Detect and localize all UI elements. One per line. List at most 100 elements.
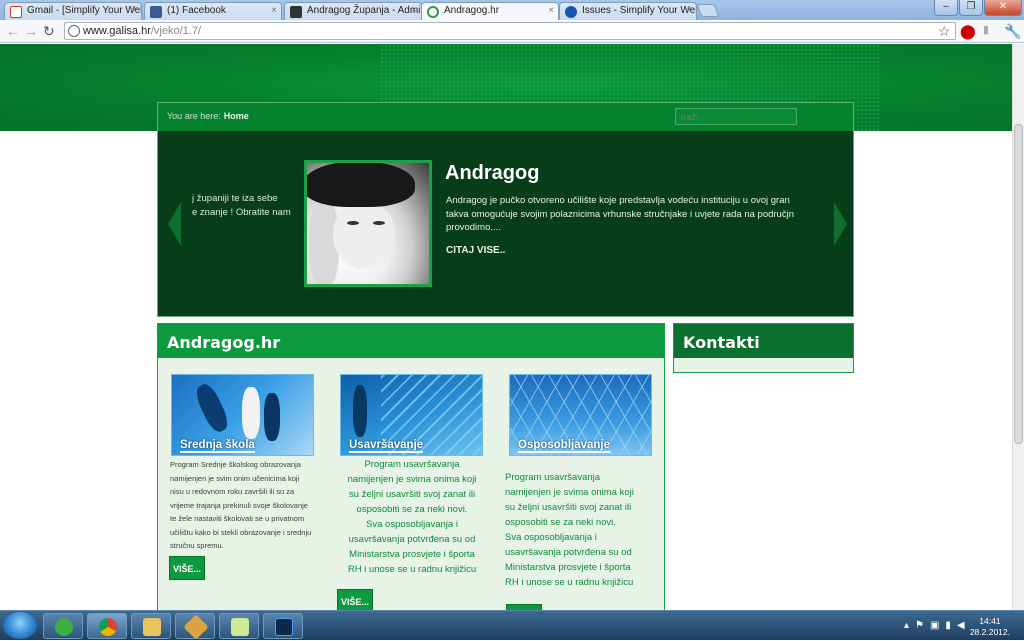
signal-icon[interactable]: ▮: [983, 23, 989, 36]
card-line: su željni usavršiti svoj zanat ili: [505, 502, 632, 513]
slide-line: Andragog je pučko otvoreno učilište koje…: [446, 195, 790, 206]
window-controls: – ❐ ✕: [933, 0, 1022, 16]
photoshop-icon: [275, 618, 293, 636]
card-line: Ministarstva prosvjete i športa: [349, 549, 475, 560]
globe-icon: [68, 25, 80, 37]
slide-title: Andragog: [445, 162, 540, 184]
card-line: te žele nastaviti školovati se u privatn…: [170, 514, 305, 523]
folder-icon: [143, 618, 161, 636]
photo-face: [333, 203, 395, 269]
loading-icon: [427, 6, 439, 18]
card-image-srednja-skola[interactable]: Srednja škola: [171, 374, 314, 456]
slider-next-arrow-icon[interactable]: [834, 202, 847, 246]
back-icon[interactable]: ←: [6, 23, 20, 39]
wrench-icon[interactable]: 🔧: [1004, 23, 1021, 40]
tab-label: (1) Facebook: [167, 5, 226, 16]
close-window-button[interactable]: ✕: [984, 0, 1022, 16]
person-silhouette: [353, 385, 367, 437]
student-silhouette: [242, 387, 260, 439]
tab-issues[interactable]: Issues - Simplify Your Web ×: [559, 2, 697, 20]
taskbar-photoshop[interactable]: [263, 613, 303, 639]
tab-gmail[interactable]: Gmail - [Simplify Your Web ×: [4, 2, 142, 20]
slider-prev-arrow-icon[interactable]: [168, 202, 181, 246]
card-caption: Usavršavanje: [349, 439, 424, 453]
card-line: stručnu spremu.: [170, 541, 224, 550]
tab-label: Gmail - [Simplify Your Web: [27, 5, 142, 16]
chrome-icon: [99, 618, 117, 636]
reload-icon[interactable]: ↻: [43, 23, 55, 40]
browser-tab-strip: Gmail - [Simplify Your Web × (1) Faceboo…: [0, 0, 1024, 21]
close-icon[interactable]: ×: [686, 5, 692, 16]
close-icon[interactable]: ×: [411, 5, 417, 16]
close-icon[interactable]: ×: [131, 5, 137, 16]
minimize-button[interactable]: –: [934, 0, 958, 16]
url-domain: www.galisa.hr: [83, 25, 151, 37]
gmail-icon: [10, 6, 22, 18]
panel-title: Kontakti: [674, 324, 853, 358]
card-image-usavrsavanje[interactable]: Usavršavanje: [340, 374, 483, 456]
card-caption: Srednja škola: [180, 439, 255, 453]
facebook-icon: [150, 6, 162, 18]
tab-andragog[interactable]: Andragog.hr ×: [421, 2, 559, 21]
card-text-usavrsavanje: Program usavršavanja namijenjen je svima…: [336, 457, 488, 577]
card-text-osposobljavanje: Program usavršavanja namijenjen je svima…: [505, 470, 657, 590]
tray-icons[interactable]: ▴⚑▣▮◀: [904, 620, 971, 631]
maximize-button[interactable]: ❐: [959, 0, 983, 16]
tab-admin[interactable]: Andragog Županja - Admin ×: [284, 2, 422, 20]
breadcrumb-bar: You are here: Home: [157, 102, 854, 131]
breadcrumb-prefix: You are here:: [167, 111, 221, 121]
card-image-osposobljavanje[interactable]: Osposobljavanje: [509, 374, 652, 456]
breadcrumb-home-link[interactable]: Home: [224, 111, 249, 121]
taskbar: ▴⚑▣▮◀ 14:41 28.2.2012.: [0, 610, 1024, 640]
vise-button-usavrsavanje[interactable]: VIŠE...: [337, 589, 373, 610]
card-text-srednja-skola: Program Srednje školskog obrazovanja nam…: [170, 458, 320, 553]
card-line: nisu u redovnom roku završili ili su za: [170, 487, 295, 496]
clock[interactable]: 14:41 28.2.2012.: [970, 616, 1010, 638]
card-line: RH i unose se u radnu knjižicu: [505, 577, 634, 588]
card-line: su željni usavršiti svoj zanat ili: [348, 489, 476, 500]
system-tray: ▴⚑▣▮◀ 14:41 28.2.2012.: [874, 611, 1024, 641]
bookmark-star-icon[interactable]: ☆: [938, 23, 951, 40]
slide-line: takva omogućuje svojim polaznicima vrhun…: [446, 208, 794, 220]
photo-hat: [307, 163, 415, 207]
forward-icon[interactable]: →: [24, 23, 38, 39]
taskbar-notes[interactable]: [219, 613, 259, 639]
slide-description: Andragog je pučko otvoreno učilište koje…: [446, 194, 820, 235]
card-line: osposobiti se za neki novi.: [505, 517, 616, 528]
new-tab-button[interactable]: [696, 4, 720, 17]
card-line: Sva osposobljavanja i: [505, 532, 597, 543]
tab-facebook[interactable]: (1) Facebook ×: [144, 2, 282, 20]
taskbar-explorer[interactable]: [131, 613, 171, 639]
adblock-icon[interactable]: ⬤: [960, 23, 976, 40]
card-line: Program usavršavanja: [364, 459, 460, 470]
close-icon[interactable]: ×: [548, 5, 554, 16]
read-more-link[interactable]: CITAJ VISE..: [446, 245, 505, 256]
search-input[interactable]: [675, 108, 797, 125]
close-icon[interactable]: ×: [271, 5, 277, 16]
start-button[interactable]: [3, 612, 37, 639]
kontakti-panel: Kontakti: [673, 323, 854, 373]
clock-date: 28.2.2012.: [969, 627, 1010, 637]
card-line: namijenjen je svima onima koji: [505, 487, 634, 498]
messenger-icon: [55, 618, 73, 636]
card-line: Sva osposobljavanja i: [366, 519, 458, 530]
slide-line: provodimo....: [446, 222, 501, 233]
breadcrumb: You are here: Home: [167, 111, 249, 121]
tab-label: Issues - Simplify Your Web: [582, 5, 697, 16]
address-bar[interactable]: www.galisa.hr/vjeko/1.7/: [64, 22, 956, 40]
taskbar-chrome[interactable]: [87, 613, 127, 639]
student-silhouette: [264, 393, 280, 441]
taskbar-ftp[interactable]: [175, 613, 215, 640]
tab-label: Andragog Županja - Admin: [307, 5, 422, 16]
vise-button-srednja-skola[interactable]: VIŠE...: [169, 556, 205, 580]
clock-time: 14:41: [979, 616, 1001, 626]
url-path: /vjeko/1.7/: [150, 25, 201, 37]
photo-eye: [373, 221, 385, 225]
card-line: Program usavršavanja: [505, 472, 601, 483]
scrollbar-thumb[interactable]: [1014, 124, 1023, 444]
andragog-panel: Andragog.hr Srednja škola Program Srednj…: [157, 323, 665, 610]
card-line: učilištu kako bi stekli obrazovanje i sr…: [170, 527, 312, 537]
taskbar-messenger[interactable]: [43, 613, 83, 639]
page-scrollbar[interactable]: [1012, 44, 1024, 610]
card-line: vrijeme trajanja prekinuli svoje školova…: [170, 500, 308, 510]
